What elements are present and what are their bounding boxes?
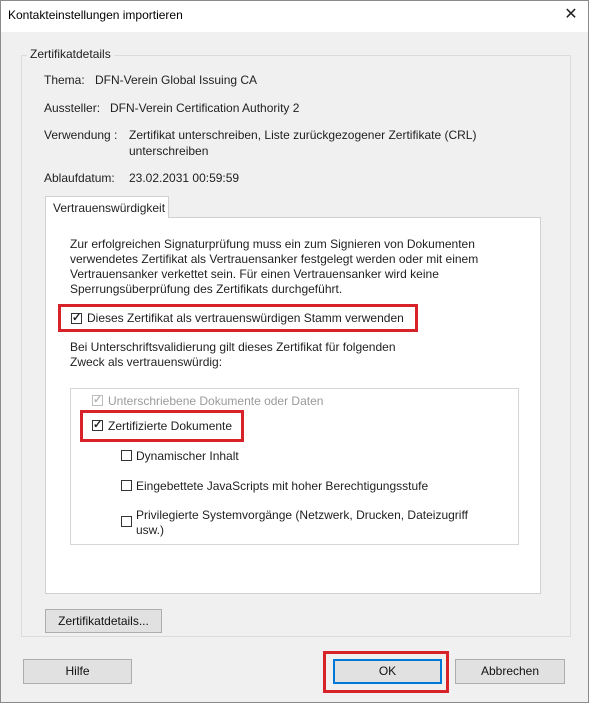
privileged-operations-label-line-1[interactable]: Privilegierte Systemvorgänge (Netzwerk, …	[136, 508, 468, 522]
ok-highlight-box	[323, 651, 449, 693]
privileged-operations-label-line-2[interactable]: usw.)	[136, 523, 164, 537]
trust-intro-line-4: Sperrungsüberprüfung des Zertifikats dur…	[70, 282, 343, 296]
signed-documents-checkbox	[92, 395, 103, 406]
subject-value: DFN-Verein Global Issuing CA	[95, 73, 258, 87]
purpose-line-2: Zweck als vertrauenswürdig:	[70, 355, 223, 369]
close-icon[interactable]: ✕	[558, 3, 584, 27]
trust-intro-line-2: verwendetes Zertifikat als Vertrauensank…	[70, 252, 479, 266]
certified-highlight-box	[80, 410, 244, 442]
usage-value-line-1: Zertifikat unterschreiben, Liste zurückg…	[129, 128, 477, 142]
trust-intro-line-1: Zur erfolgreichen Signaturprüfung muss e…	[70, 237, 475, 251]
embedded-javascripts-checkbox[interactable]	[121, 480, 132, 491]
usage-label: Verwendung :	[44, 128, 118, 142]
expiry-value: 23.02.2031 00:59:59	[129, 171, 240, 185]
purpose-line-1: Bei Unterschriftsvalidierung gilt dieses…	[70, 340, 396, 354]
issuer-value: DFN-Verein Certification Authority 2	[110, 101, 300, 115]
help-button[interactable]: Hilfe	[23, 659, 132, 684]
cancel-button[interactable]: Abbrechen	[455, 659, 565, 684]
expiry-label: Ablaufdatum:	[44, 171, 115, 185]
embedded-javascripts-label[interactable]: Eingebettete JavaScripts mit hoher Berec…	[136, 479, 428, 493]
trust-intro-line-3: Vertrauensanker verkettet sein. Für eine…	[70, 267, 439, 281]
certificate-details-legend: Zertifikatdetails	[27, 47, 114, 61]
tab-trustworthiness[interactable]: Vertrauenswürdigkeit	[45, 196, 169, 218]
dynamic-content-checkbox[interactable]	[121, 450, 132, 461]
signed-documents-label: Unterschriebene Dokumente oder Daten	[108, 394, 324, 408]
window-title: Kontakteinstellungen importieren	[8, 8, 183, 22]
certificate-details-button[interactable]: Zertifikatdetails...	[45, 609, 162, 633]
subject-label: Thema:	[44, 73, 85, 87]
usage-value-line-2: unterschreiben	[129, 144, 209, 158]
issuer-label: Aussteller:	[44, 101, 101, 115]
privileged-operations-checkbox[interactable]	[121, 516, 132, 527]
root-highlight-box	[58, 304, 418, 332]
dynamic-content-label[interactable]: Dynamischer Inhalt	[136, 449, 239, 463]
